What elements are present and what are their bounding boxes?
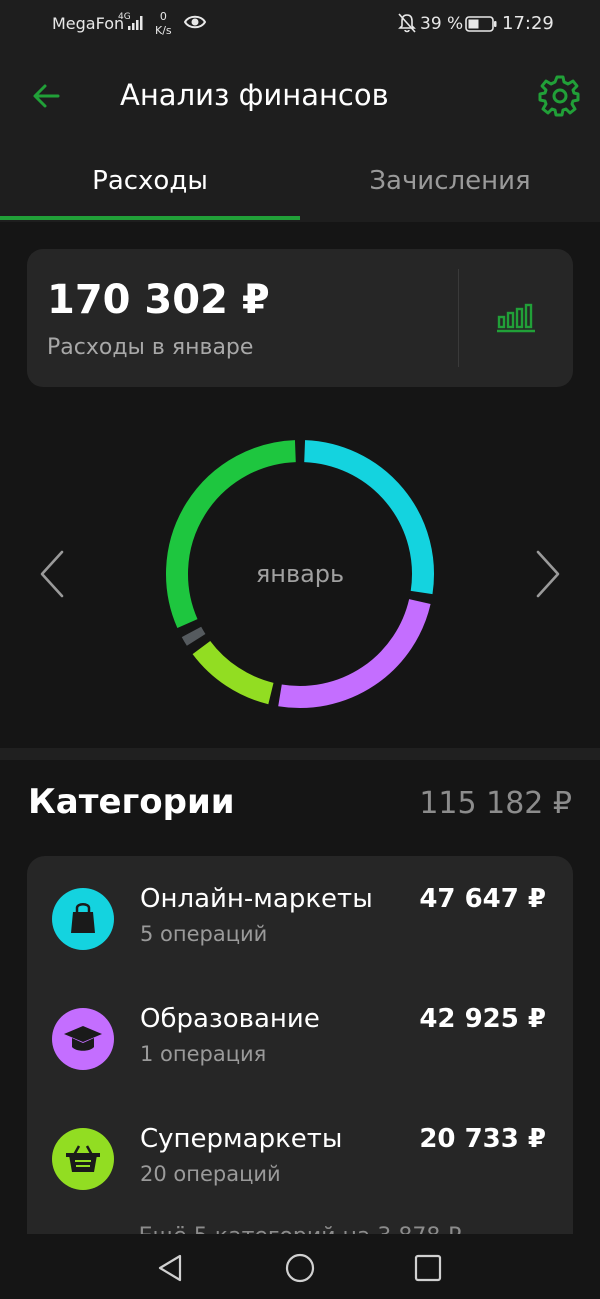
tab-expenses[interactable]: Расходы	[0, 140, 300, 222]
tab-bar: Расходы Зачисления	[0, 140, 600, 222]
network-speed: 0 K/s	[155, 10, 172, 38]
expenses-summary-card[interactable]: 170 302 ₽ Расходы в январе	[27, 249, 573, 387]
category-row-online-markets[interactable]: Онлайн-маркеты 5 операций 47 647 ₽	[27, 856, 573, 976]
nav-back-icon[interactable]	[152, 1250, 188, 1286]
battery-icon	[465, 16, 497, 32]
tab-income[interactable]: Зачисления	[300, 140, 600, 222]
carrier-name: MegaFon	[52, 14, 125, 33]
more-categories-link[interactable]: Ещё 5 категорий на 3 878 ₽	[27, 1224, 573, 1234]
graduation-cap-icon	[52, 1008, 114, 1070]
bell-muted-icon	[398, 13, 416, 33]
clock: 17:29	[502, 13, 554, 34]
app-bar: Анализ финансов	[0, 48, 600, 140]
category-row-supermarkets[interactable]: Супермаркеты 20 операций 20 733 ₽	[27, 1096, 573, 1216]
system-nav-bar	[0, 1234, 600, 1299]
category-operations: 20 операций	[140, 1162, 281, 1186]
page-title: Анализ финансов	[120, 78, 389, 112]
expenses-donut-chart: январь	[150, 424, 450, 724]
speed-unit: K/s	[155, 24, 172, 37]
category-row-education[interactable]: Образование 1 операция 42 925 ₽	[27, 976, 573, 1096]
active-tab-indicator	[0, 216, 300, 220]
eye-icon	[184, 15, 206, 29]
status-bar: MegaFon 4G 0 K/s 39 % 17:29	[0, 0, 600, 48]
categories-total: 115 182 ₽	[419, 786, 572, 821]
category-name: Образование	[140, 1004, 320, 1034]
gear-icon[interactable]	[538, 74, 582, 118]
previous-month-arrow-icon[interactable]	[34, 546, 74, 602]
category-amount: 47 647 ₽	[419, 884, 546, 914]
next-month-arrow-icon[interactable]	[526, 546, 566, 602]
back-arrow-icon[interactable]	[28, 76, 68, 116]
bar-chart-icon[interactable]	[495, 299, 539, 335]
divider	[458, 269, 459, 367]
expenses-label: Расходы в январе	[47, 335, 254, 360]
category-name: Онлайн-маркеты	[140, 884, 373, 914]
category-operations: 5 операций	[140, 922, 268, 946]
categories-list: Онлайн-маркеты 5 операций 47 647 ₽ Образ…	[27, 856, 573, 1234]
category-amount: 42 925 ₽	[419, 1004, 546, 1034]
signal-icon	[128, 16, 143, 30]
category-name: Супермаркеты	[140, 1124, 343, 1154]
donut-month-label: январь	[255, 560, 345, 588]
nav-home-icon[interactable]	[282, 1250, 318, 1286]
nav-recents-icon[interactable]	[410, 1250, 446, 1286]
categories-title: Категории	[28, 782, 235, 822]
basket-icon	[52, 1128, 114, 1190]
category-operations: 1 операция	[140, 1042, 267, 1066]
battery-percent: 39 %	[420, 14, 464, 34]
section-divider	[0, 748, 600, 760]
shopping-bag-icon	[52, 888, 114, 950]
speed-value: 0	[159, 10, 167, 23]
expenses-amount: 170 302 ₽	[47, 277, 270, 323]
category-amount: 20 733 ₽	[419, 1124, 546, 1154]
